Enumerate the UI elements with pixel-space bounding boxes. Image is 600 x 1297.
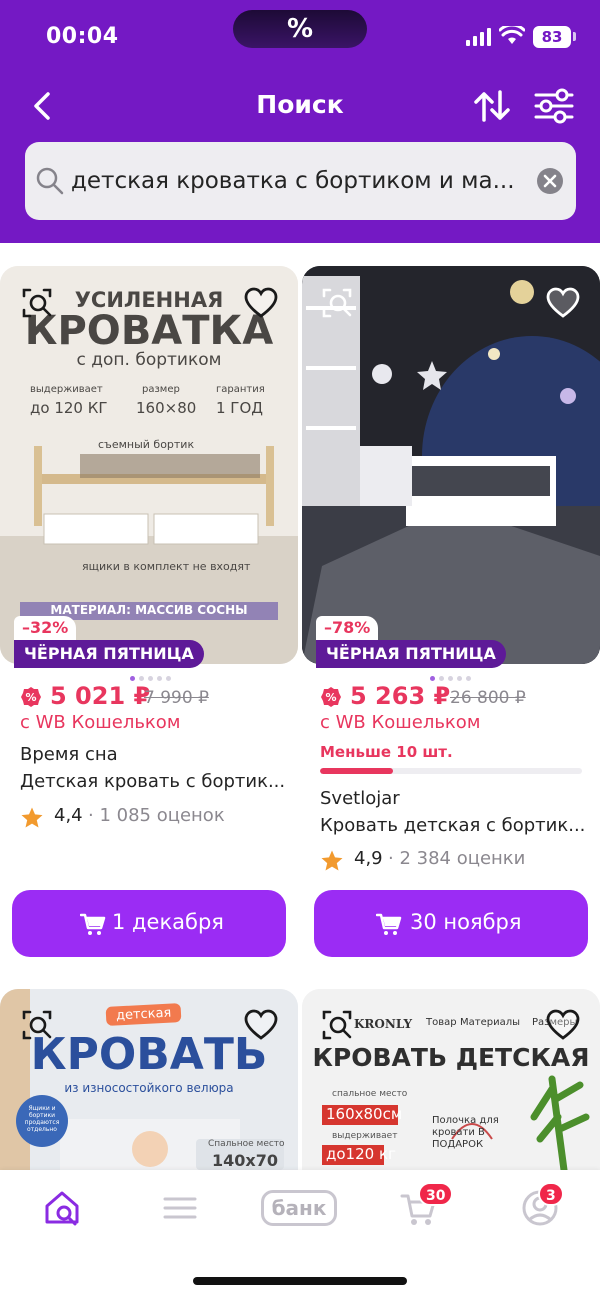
image-4-weight-label: выдерживает	[332, 1131, 398, 1141]
image-4-size: 160х80см	[326, 1105, 403, 1123]
stock-label: Меньше 10 шт.	[320, 743, 453, 761]
image-4-menu-1: Товар	[426, 1017, 457, 1028]
status-time: 00:04	[46, 24, 119, 49]
price-row: % 5 021 ₽ 7 990 ₽	[20, 682, 290, 712]
image-1-spec-3-value: 1 ГОД	[216, 399, 263, 417]
price: 5 263 ₽	[350, 682, 451, 710]
delivery-date: 30 ноября	[410, 910, 522, 934]
stock-bar	[320, 768, 582, 774]
clear-search-icon[interactable]	[537, 168, 563, 194]
old-price: 26 800 ₽	[450, 688, 526, 708]
stock-bar-fill	[320, 768, 394, 774]
old-price: 7 990 ₽	[144, 688, 209, 708]
cart-icon	[376, 913, 402, 935]
image-1-spec-2-value: 160×80	[136, 399, 197, 417]
battery-tip	[573, 32, 576, 41]
search-bar[interactable]	[25, 142, 576, 220]
home-search-icon[interactable]	[42, 1188, 82, 1228]
cart-icon	[80, 913, 106, 935]
image-3-size-label: Спальное место	[208, 1139, 285, 1149]
rating-row: 4,4 · 1 085 оценок	[20, 805, 290, 833]
similar-search-icon[interactable]	[320, 286, 354, 320]
price-row: % 5 263 ₽ 26 800 ₽	[320, 682, 590, 712]
price: 5 021 ₽	[50, 682, 151, 710]
sort-button[interactable]	[472, 86, 512, 126]
image-4-title: КРОВАТЬ ДЕТСКАЯ	[312, 1043, 590, 1072]
product-2-photo	[302, 266, 600, 664]
star-icon	[21, 807, 43, 828]
add-to-cart-button[interactable]: 1 декабря	[12, 890, 286, 957]
image-1-note-top: съемный бортик	[98, 438, 195, 451]
rating-value: 4,9	[354, 848, 383, 869]
signal-icon	[466, 28, 491, 46]
image-3-sticker: Ящики и бортики продаются отдельно	[24, 1105, 60, 1133]
island-label: %	[286, 14, 314, 44]
brand: Svetlojar	[320, 788, 400, 809]
similar-search-icon[interactable]	[20, 286, 54, 320]
product-image-1[interactable]: УСИЛЕННАЯ КРОВАТКА с доп. бортиком выдер…	[0, 266, 298, 664]
star-icon	[321, 850, 343, 871]
image-4-menu-2: Материалы	[460, 1017, 520, 1028]
menu-icon[interactable]	[160, 1188, 200, 1228]
wallet-discount-icon: %	[21, 687, 41, 707]
favorite-heart-icon[interactable]	[546, 287, 580, 319]
black-friday-badge: ЧЁРНАЯ ПЯТНИЦА	[14, 640, 204, 668]
reviews-count: · 1 085 оценок	[88, 805, 225, 826]
image-1-banner: МАТЕРИАЛ: МАССИВ СОСНЫ	[50, 603, 248, 617]
battery-icon: 83	[533, 26, 571, 48]
image-3-tag: детская	[105, 1003, 182, 1026]
favorite-heart-icon[interactable]	[244, 1009, 278, 1041]
search-input[interactable]	[71, 162, 531, 200]
bank-icon[interactable]: банк	[261, 1190, 337, 1226]
status-bar: 00:04 % 83	[0, 0, 600, 80]
profile-badge: 3	[538, 1182, 564, 1206]
filter-button[interactable]	[532, 86, 576, 126]
delivery-date: 1 декабря	[112, 910, 224, 934]
header: 00:04 % 83 Поиск	[0, 0, 600, 243]
image-4-size-label: спальное место	[332, 1089, 408, 1099]
similar-search-icon[interactable]	[320, 1008, 354, 1042]
home-indicator	[193, 1277, 407, 1285]
image-1-spec-2-label: размер	[142, 384, 180, 395]
image-1-note-bottom: ящики в комплект не входят	[82, 560, 251, 573]
search-icon	[36, 167, 64, 195]
image-4-logo: KRONLY	[354, 1017, 413, 1031]
discount-badge: –78%	[316, 616, 379, 640]
brand: Время сна	[20, 744, 118, 765]
product-name[interactable]: Детская кровать с бортик...	[20, 771, 290, 792]
image-1-spec-1-label: выдерживает	[30, 384, 103, 395]
image-3-sub: из износостойкого велюра	[64, 1081, 234, 1095]
battery-level: 83	[541, 28, 563, 46]
wifi-icon	[499, 26, 525, 44]
image-1-spec-1-value: до 120 КГ	[30, 399, 108, 417]
rating-value: 4,4	[54, 805, 83, 826]
wallet-discount-icon: %	[321, 687, 341, 707]
similar-search-icon[interactable]	[20, 1008, 54, 1042]
wallet-label: с WB Кошельком	[320, 712, 481, 733]
wallet-label: с WB Кошельком	[20, 712, 181, 733]
image-pagination-dots	[130, 666, 175, 681]
cart-badge: 30	[418, 1182, 454, 1206]
image-1-spec-3-label: гарантия	[216, 384, 265, 395]
black-friday-badge: ЧЁРНАЯ ПЯТНИЦА	[316, 640, 506, 668]
svg-text:%: %	[25, 691, 36, 704]
svg-text:%: %	[325, 691, 336, 704]
image-pagination-dots	[430, 666, 475, 681]
image-3-size: 140х70	[212, 1151, 278, 1170]
product-name[interactable]: Кровать детская с бортик...	[320, 815, 590, 836]
image-4-gift: Полочка для кровати В ПОДАРОК	[432, 1115, 499, 1150]
reviews-count: · 2 384 оценки	[388, 848, 526, 869]
image-1-title-sub: с доп. бортиком	[76, 350, 222, 370]
image-4-weight: до120 кг	[326, 1145, 396, 1163]
add-to-cart-button[interactable]: 30 ноября	[314, 890, 588, 957]
discount-badge: –32%	[14, 616, 77, 640]
favorite-heart-icon[interactable]	[244, 287, 278, 319]
favorite-heart-icon[interactable]	[546, 1009, 580, 1041]
product-image-2[interactable]	[302, 266, 600, 664]
rating-row: 4,9 · 2 384 оценки	[320, 848, 590, 876]
dynamic-island: %	[233, 10, 367, 48]
